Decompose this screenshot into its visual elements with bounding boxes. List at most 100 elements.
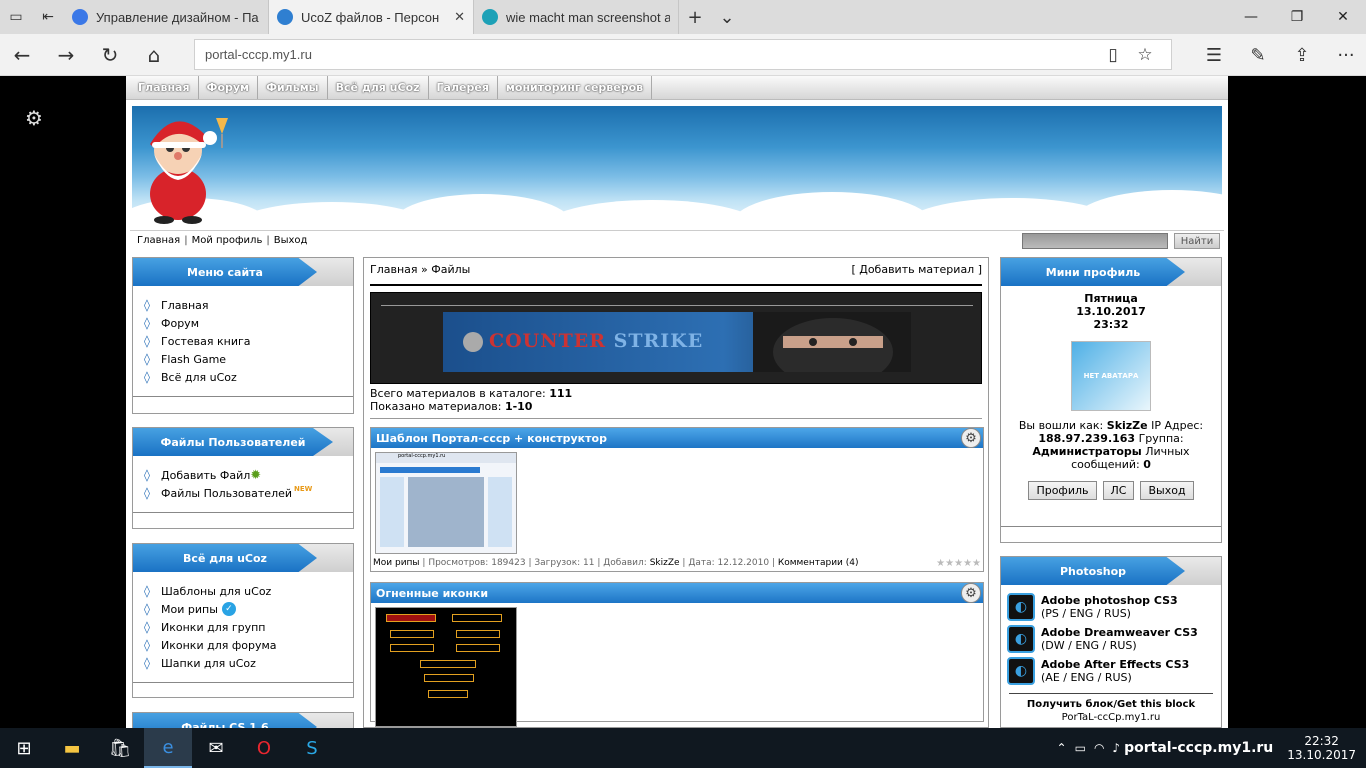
software-name[interactable]: Adobe Dreamweaver CS3 [1041,626,1198,639]
profile-messages[interactable]: 0 [1143,458,1151,471]
windows-start-icon[interactable]: ⊞ [0,728,48,768]
site-menu-item[interactable]: ◊ Всё для uCoz [141,368,345,386]
entry-author[interactable]: SkizZe [650,558,680,568]
get-block-link[interactable]: Получить блок/Get this block [1027,699,1195,710]
store-icon[interactable]: 🛍 [96,728,144,768]
site-menu-item[interactable]: ◊ Шапки для uCoz [141,654,345,672]
gear-icon[interactable]: ⚙ [961,583,981,603]
software-name[interactable]: Adobe photoshop CS3 [1041,594,1178,607]
top-menu-home[interactable]: Главная [130,76,199,99]
pen-icon[interactable]: ✎ [1236,34,1280,76]
userbar-logout-link[interactable]: Выход [274,235,308,246]
more-icon[interactable]: ··· [1324,34,1366,76]
top-menu-ucoz[interactable]: Всё для uCoz [328,76,429,99]
breadcrumb-home[interactable]: Главная [370,263,418,276]
menu-item-label[interactable]: Главная [161,299,209,312]
site-menu-item[interactable]: ◊ Форум [141,314,345,332]
volume-icon[interactable]: ♪ [1112,741,1120,755]
refresh-icon[interactable]: ↻ [88,34,132,76]
star-icon[interactable]: ★ [936,558,945,569]
address-bar[interactable]: portal-cccp.my1.ru ▯ ☆ [194,39,1172,70]
clock[interactable]: 22:32 13.10.2017 [1287,734,1356,762]
userbar-home-link[interactable]: Главная [137,235,180,246]
wifi-icon[interactable]: ◠ [1094,741,1104,755]
avatar[interactable]: НЕТ АВАТАРА [1071,341,1151,411]
url-text[interactable]: portal-cccp.my1.ru [205,47,1097,62]
star-icon[interactable]: ★ [945,558,954,569]
hub-icon[interactable]: ☰ [1192,34,1236,76]
browser-tab-2[interactable]: UcoZ файлов - Персон ✕ [269,0,474,34]
browser-tab-3[interactable]: wie macht man screenshot a [474,0,679,34]
new-tab-icon[interactable]: + [679,0,711,34]
pm-button[interactable]: ЛС [1102,481,1135,500]
menu-item-label[interactable]: Добавить Файл [161,469,250,482]
menu-item-label[interactable]: Форум [161,317,199,330]
site-menu-item[interactable]: ◊ Файлы Пользователей NEW [141,484,345,502]
menu-item-label[interactable]: Иконки для групп [161,621,266,634]
reading-view-icon[interactable]: ▯ [1097,45,1129,65]
menu-item-label[interactable]: Мои рипы [161,603,218,616]
skype-icon[interactable]: S [288,728,336,768]
menu-item-label[interactable]: Flash Game [161,353,226,366]
entry-title[interactable]: Шаблон Портал-ссср + конструктор [376,432,607,445]
chevron-down-icon[interactable]: ⌄ [711,0,743,34]
star-icon[interactable]: ★ [972,558,981,569]
comments-link[interactable]: Комментарии (4) [778,558,859,568]
site-search-button[interactable]: Найти [1174,233,1220,249]
menu-item-label[interactable]: Шаблоны для uCoz [161,585,271,598]
entry-thumbnail[interactable]: portal-cccp.my1.ru [375,452,517,554]
set-aside-tabs-icon[interactable]: ⇤ [32,0,64,34]
top-menu-gallery[interactable]: Галерея [429,76,498,99]
close-tab-icon[interactable]: ✕ [454,9,465,25]
site-menu-item[interactable]: ◊ Главная [141,296,345,314]
profile-button[interactable]: Профиль [1028,481,1097,500]
star-icon[interactable]: ☆ [1129,45,1161,65]
restore-icon[interactable]: ❐ [1274,0,1320,34]
gear-icon[interactable]: ⚙ [25,106,43,130]
browser-tab-1[interactable]: Управление дизайном - Па [64,0,269,34]
top-menu-monitoring[interactable]: мониторинг серверов [498,76,653,99]
battery-icon[interactable]: ▭ [1075,741,1086,755]
close-window-icon[interactable]: ✕ [1320,0,1366,34]
software-item[interactable]: ◐ Adobe photoshop CS3 (PS / ENG / RUS) [1001,591,1221,623]
counter-strike-banner[interactable]: COUNTER STRIKE [370,292,982,384]
site-menu-item[interactable]: ◊ Добавить Файл ✹ [141,466,345,484]
star-icon[interactable]: ★ [963,558,972,569]
entry-title[interactable]: Огненные иконки [376,587,488,600]
logout-button[interactable]: Выход [1140,481,1194,500]
forward-arrow-icon[interactable]: → [44,34,88,76]
entry-category[interactable]: Мои рипы [373,558,420,568]
star-icon[interactable]: ★ [954,558,963,569]
menu-item-label[interactable]: Всё для uCoz [161,371,237,384]
share-icon[interactable]: ⇪ [1280,34,1324,76]
get-block-site[interactable]: PorTaL-ccCp.my1.ru [1062,712,1161,723]
mail-icon[interactable]: ✉ [192,728,240,768]
opera-icon[interactable]: O [240,728,288,768]
menu-item-label[interactable]: Гостевая книга [161,335,251,348]
site-menu-item[interactable]: ◊ Шаблоны для uCoz [141,582,345,600]
rating-stars[interactable]: ★★★★★ [936,558,981,569]
site-menu-item[interactable]: ◊ Мои рипы ✓ [141,600,345,618]
home-icon[interactable]: ⌂ [132,34,176,76]
software-name[interactable]: Adobe After Effects CS3 [1041,658,1189,671]
file-explorer-icon[interactable]: ▬ [48,728,96,768]
back-arrow-icon[interactable]: ← [0,34,44,76]
software-item[interactable]: ◐ Adobe After Effects CS3 (AE / ENG / RUS… [1001,655,1221,687]
software-item[interactable]: ◐ Adobe Dreamweaver CS3 (DW / ENG / RUS) [1001,623,1221,655]
entry-thumbnail[interactable] [375,607,517,727]
gear-icon[interactable]: ⚙ [961,428,981,448]
chevron-up-icon[interactable]: ⌃ [1057,741,1067,755]
menu-item-label[interactable]: Иконки для форума [161,639,277,652]
site-menu-item[interactable]: ◊ Иконки для форума [141,636,345,654]
top-menu-forum[interactable]: Форум [199,76,259,99]
minimize-icon[interactable]: — [1228,0,1274,34]
edge-browser-icon[interactable]: e [144,728,192,768]
menu-item-label[interactable]: Шапки для uCoz [161,657,256,670]
top-menu-films[interactable]: Фильмы [258,76,328,99]
tab-preview-icon[interactable]: ▭ [0,0,32,34]
menu-item-label[interactable]: Файлы Пользователей [161,487,292,500]
userbar-profile-link[interactable]: Мой профиль [192,235,263,246]
site-menu-item[interactable]: ◊ Гостевая книга [141,332,345,350]
profile-username[interactable]: SkizZe [1107,419,1148,432]
site-search-input[interactable] [1022,233,1168,249]
